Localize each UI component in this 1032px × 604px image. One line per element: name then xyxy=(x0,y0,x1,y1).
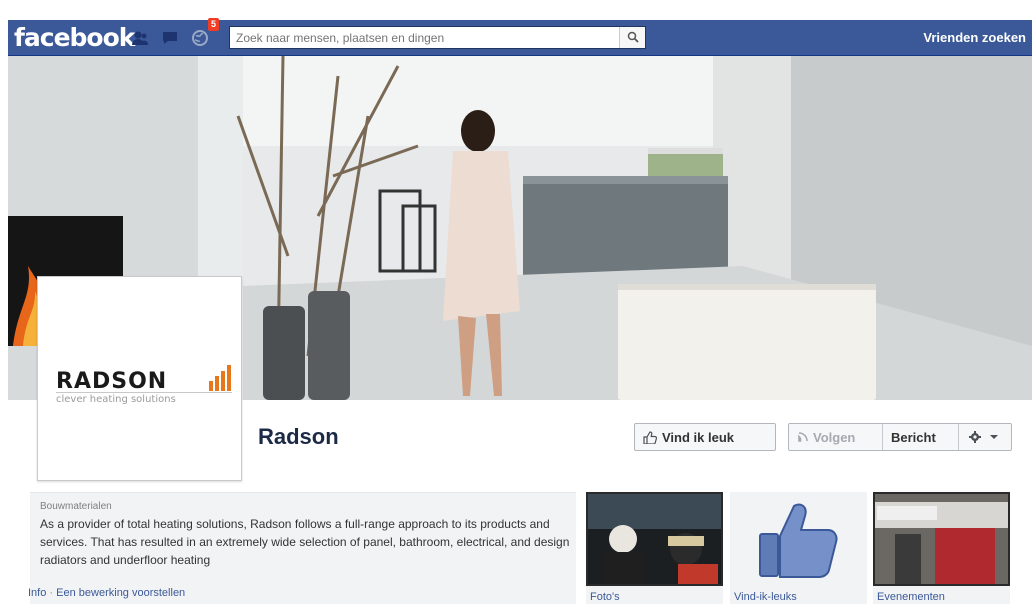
message-button-label: Bericht xyxy=(891,429,936,445)
search-icon xyxy=(627,31,639,43)
suggest-edit-link[interactable]: Een bewerking voorstellen xyxy=(56,587,185,599)
profile-logo: RADSON clever heating solutions xyxy=(42,281,237,476)
settings-dropdown[interactable] xyxy=(959,424,1011,450)
follow-button[interactable]: Volgen xyxy=(789,424,883,450)
gear-icon xyxy=(969,431,981,443)
friend-requests-icon[interactable] xyxy=(130,28,150,48)
follow-button-label: Volgen xyxy=(813,429,856,445)
messages-icon[interactable] xyxy=(160,28,180,48)
tagline-rule xyxy=(56,392,232,393)
page-category: Bouwmaterialen xyxy=(40,501,112,512)
events-tile-label: Evenementen xyxy=(877,591,945,603)
events-thumbnail xyxy=(873,492,1010,586)
about-links: Info · Een bewerking voorstellen xyxy=(28,587,185,599)
likes-tile[interactable]: Vind-ik-leuks xyxy=(730,492,867,604)
brand-wordmark: RADSON xyxy=(56,369,168,394)
thumbs-up-icon xyxy=(643,430,657,444)
like-button[interactable]: Vind ik leuk xyxy=(634,423,776,451)
like-button-label: Vind ik leuk xyxy=(662,429,735,445)
notification-badge: 5 xyxy=(208,18,219,31)
brand-tagline: clever heating solutions xyxy=(56,394,176,405)
photos-thumbnail xyxy=(586,492,723,586)
info-link[interactable]: Info xyxy=(28,587,46,599)
search-input[interactable] xyxy=(230,27,620,48)
chevron-down-icon xyxy=(990,435,998,439)
facebook-logo[interactable]: facebook xyxy=(14,23,135,53)
photos-tile[interactable]: Foto's xyxy=(586,492,723,604)
search-button[interactable] xyxy=(619,27,645,48)
profile-picture[interactable]: RADSON clever heating solutions xyxy=(37,276,242,481)
search-bar xyxy=(229,26,646,49)
likes-tile-label: Vind-ik-leuks xyxy=(734,591,797,603)
find-friends-link[interactable]: Vrienden zoeken xyxy=(923,30,1026,45)
link-separator: · xyxy=(49,587,54,599)
likes-thumbnail xyxy=(730,492,867,586)
brand-bars-icon xyxy=(209,365,231,391)
page-title[interactable]: Radson xyxy=(258,424,339,450)
page-actions: Volgen Bericht xyxy=(788,423,1012,451)
top-bar: facebook 5 Vrienden zoeken xyxy=(0,0,1032,56)
events-tile[interactable]: Evenementen xyxy=(873,492,1010,604)
photos-tile-label: Foto's xyxy=(590,591,620,603)
message-button[interactable]: Bericht xyxy=(883,424,959,450)
rss-icon xyxy=(798,432,808,442)
big-thumbs-up-icon xyxy=(759,503,838,578)
page-description: As a provider of total heating solutions… xyxy=(40,517,570,567)
notifications-icon[interactable] xyxy=(190,28,210,48)
